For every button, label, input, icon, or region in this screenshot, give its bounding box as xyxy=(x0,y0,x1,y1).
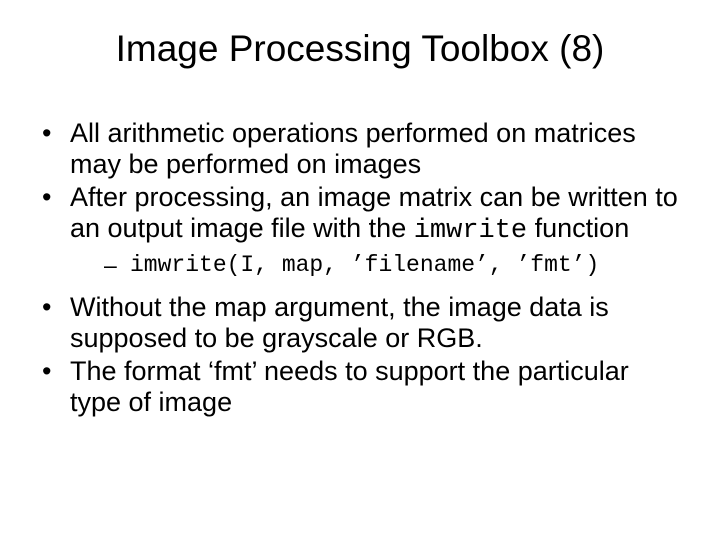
slide-title: Image Processing Toolbox (8) xyxy=(36,28,684,70)
sub-bullet-list: imwrite(I, map, ’filename’, ’fmt’) xyxy=(70,251,684,280)
bullet-list: All arithmetic operations performed on m… xyxy=(36,118,684,418)
code-imwrite: imwrite xyxy=(414,216,527,246)
sub-bullet-item-1: imwrite(I, map, ’filename’, ’fmt’) xyxy=(104,251,684,280)
slide: Image Processing Toolbox (8) All arithme… xyxy=(0,0,720,540)
bullet-item-3: Without the map argument, the image data… xyxy=(36,292,684,354)
bullet-item-4: The format ‘fmt’ needs to support the pa… xyxy=(36,356,684,418)
bullet-text-1: All arithmetic operations performed on m… xyxy=(70,118,636,179)
bullet-text-4: The format ‘fmt’ needs to support the pa… xyxy=(70,356,629,417)
bullet-text-2b: function xyxy=(527,213,629,243)
bullet-text-3: Without the map argument, the image data… xyxy=(70,292,609,353)
bullet-item-1: All arithmetic operations performed on m… xyxy=(36,118,684,180)
sub-bullet-text-1: imwrite(I, map, ’filename’, ’fmt’) xyxy=(130,252,599,278)
bullet-item-2: After processing, an image matrix can be… xyxy=(36,182,684,280)
